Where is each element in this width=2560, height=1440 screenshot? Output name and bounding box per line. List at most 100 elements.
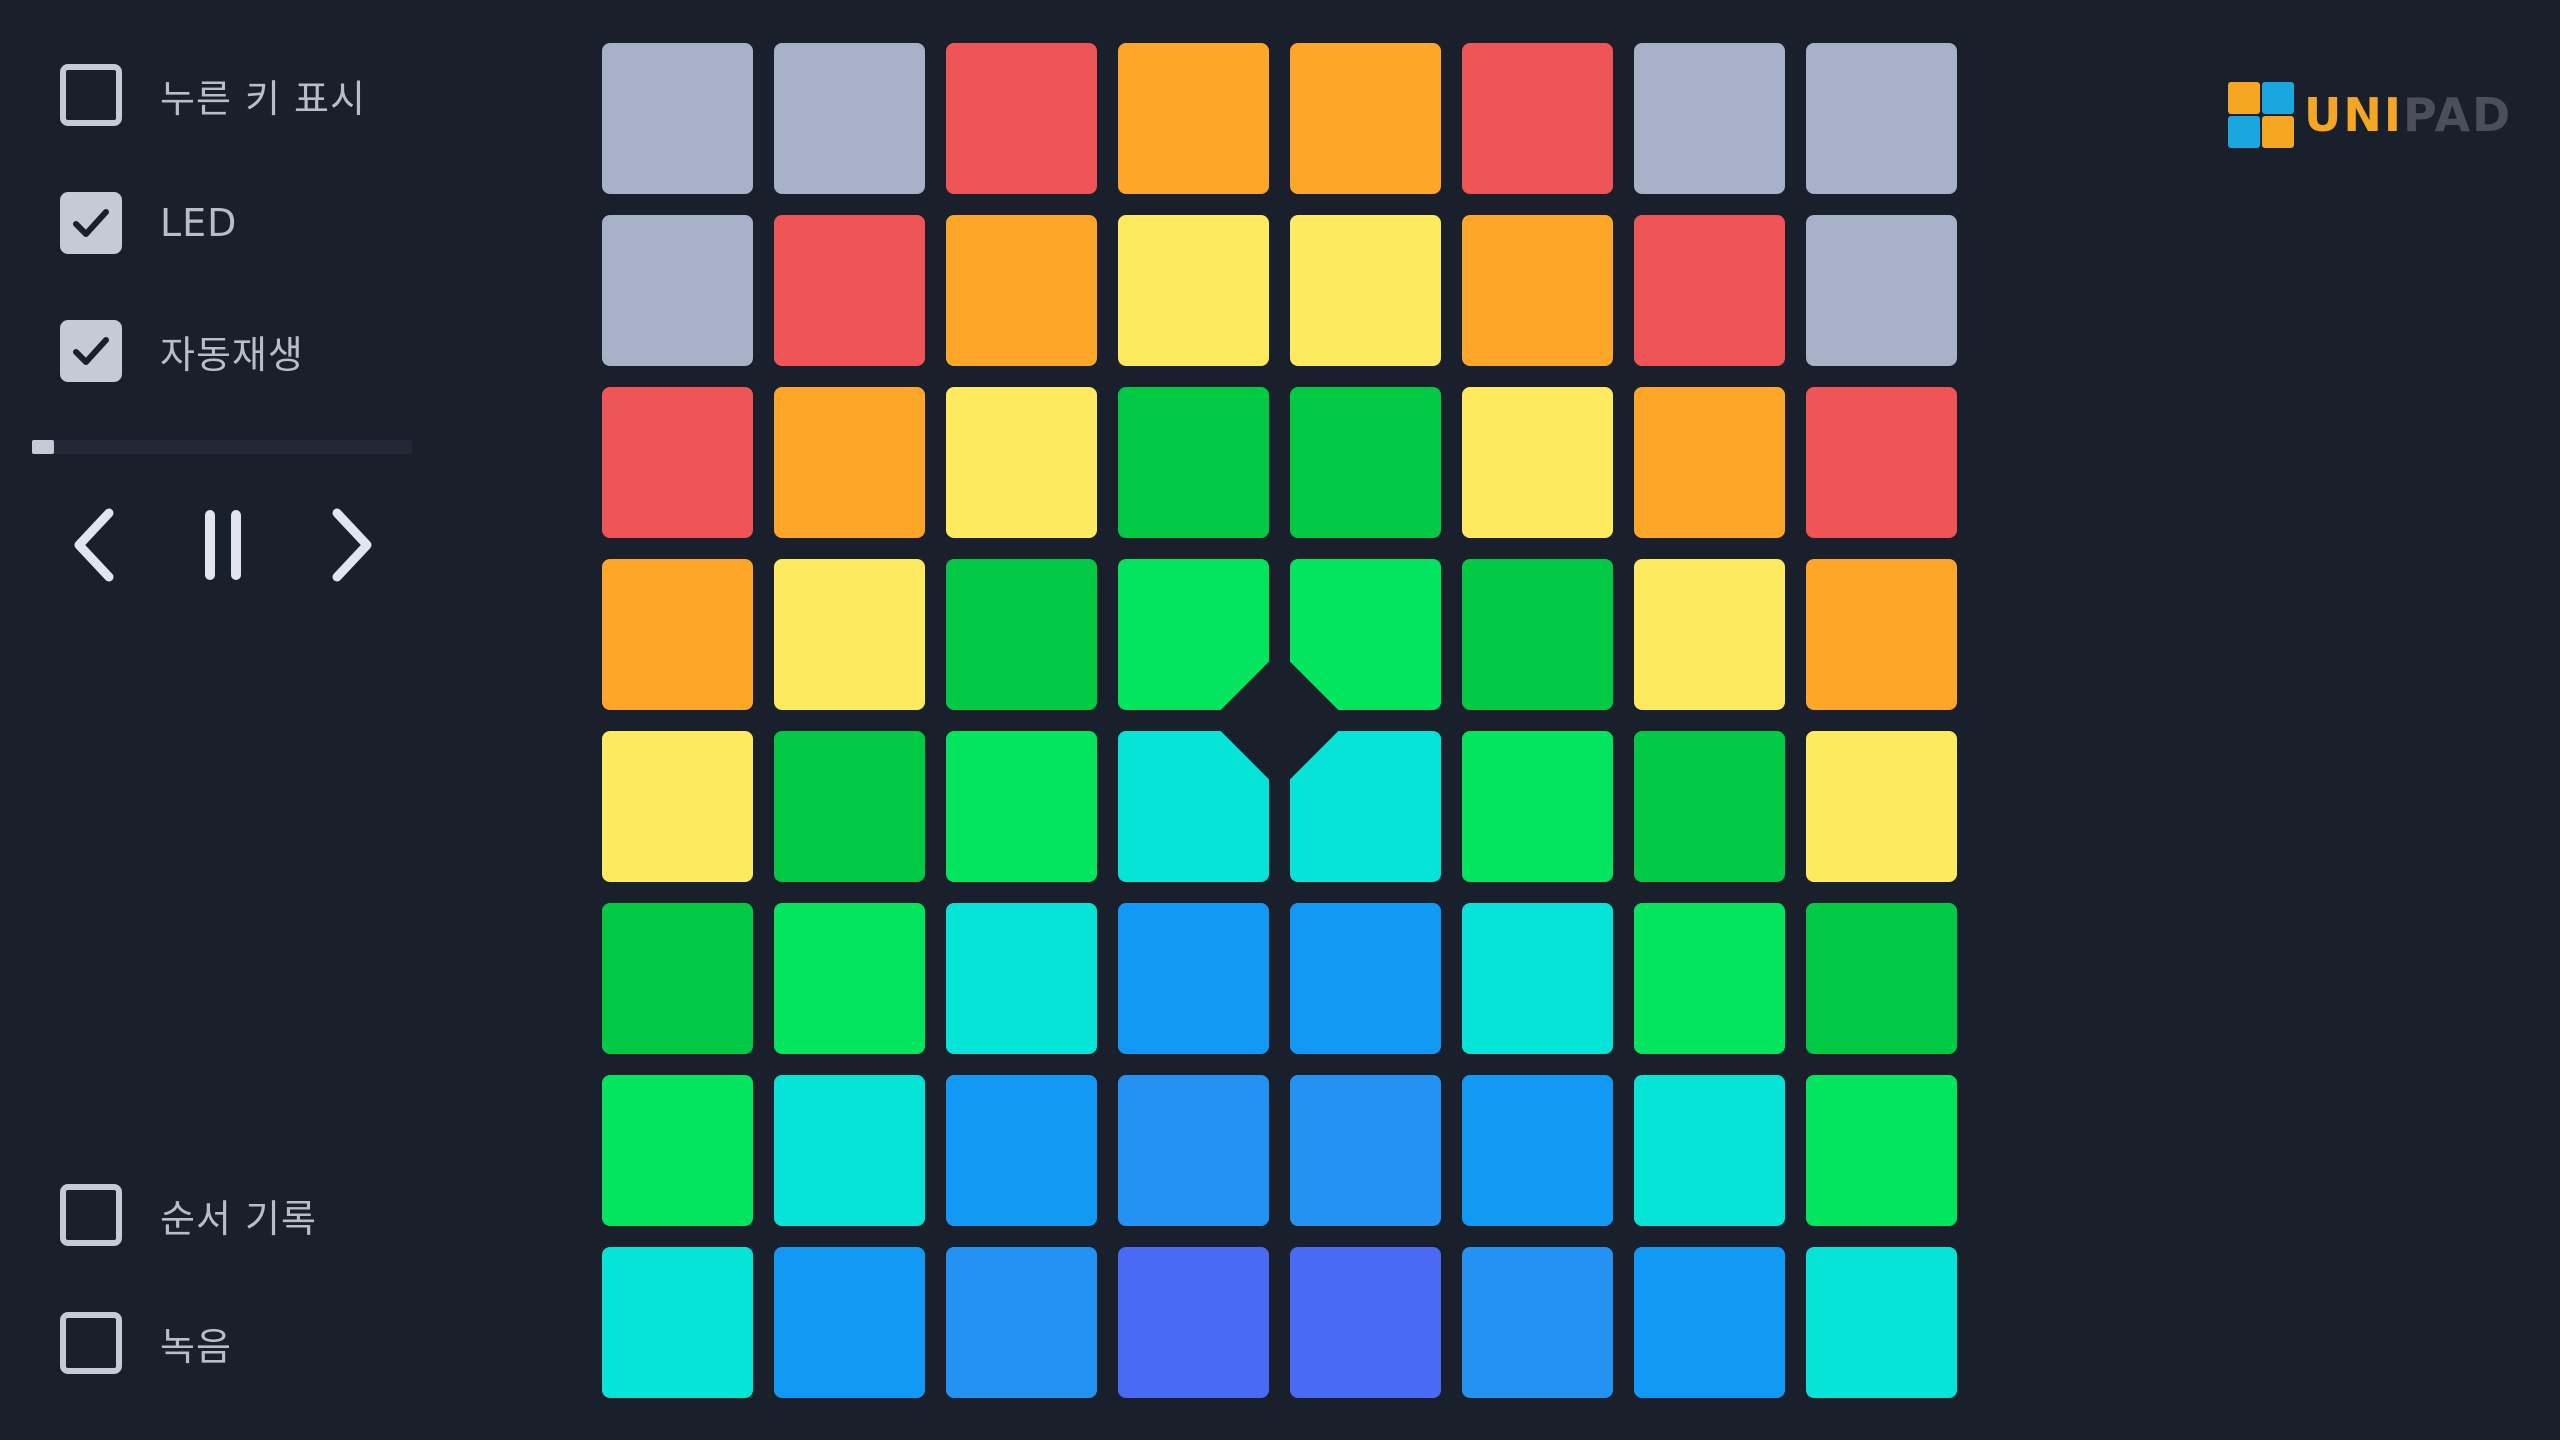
pad-5-5[interactable] bbox=[1290, 731, 1441, 882]
next-button[interactable] bbox=[306, 500, 396, 590]
pad-7-1[interactable] bbox=[602, 1075, 753, 1226]
pad-2-2[interactable] bbox=[774, 215, 925, 366]
pad-5-6[interactable] bbox=[1462, 731, 1613, 882]
pad-5-7[interactable] bbox=[1634, 731, 1785, 882]
pad-3-2[interactable] bbox=[774, 387, 925, 538]
pad-6-5[interactable] bbox=[1290, 903, 1441, 1054]
pad-7-4[interactable] bbox=[1118, 1075, 1269, 1226]
pad-3-6[interactable] bbox=[1462, 387, 1613, 538]
pad-6-7[interactable] bbox=[1634, 903, 1785, 1054]
checkmark-icon bbox=[73, 209, 109, 237]
pad-7-7[interactable] bbox=[1634, 1075, 1785, 1226]
unipad-logo-text: UNIPAD bbox=[2304, 92, 2512, 138]
pad-4-1[interactable] bbox=[602, 559, 753, 710]
pad-4-8[interactable] bbox=[1806, 559, 1957, 710]
pad-8-1[interactable] bbox=[602, 1247, 753, 1398]
unipad-logo: UNIPAD bbox=[2228, 82, 2512, 148]
pad-6-1[interactable] bbox=[602, 903, 753, 1054]
logo-text-pad: PAD bbox=[2402, 88, 2513, 142]
unipad-app: 누른 키 표시 LED 자동재생 순서 기록 녹음 UNIPAD bbox=[0, 0, 2560, 1440]
pad-5-2[interactable] bbox=[774, 731, 925, 882]
option-autoplay[interactable]: 자동재생 bbox=[60, 316, 304, 386]
record-sequence-label: 순서 기록 bbox=[160, 1196, 317, 1241]
pad-1-8[interactable] bbox=[1806, 43, 1957, 194]
pad-3-5[interactable] bbox=[1290, 387, 1441, 538]
unipad-logo-icon bbox=[2228, 82, 2294, 148]
pad-7-3[interactable] bbox=[946, 1075, 1097, 1226]
pad-1-2[interactable] bbox=[774, 43, 925, 194]
pad-6-4[interactable] bbox=[1118, 903, 1269, 1054]
show-pressed-keys-checkbox[interactable] bbox=[60, 64, 122, 126]
chevron-left-icon bbox=[74, 508, 114, 582]
pad-2-7[interactable] bbox=[1634, 215, 1785, 366]
pad-4-3[interactable] bbox=[946, 559, 1097, 710]
pad-1-3[interactable] bbox=[946, 43, 1097, 194]
pad-6-6[interactable] bbox=[1462, 903, 1613, 1054]
show-pressed-keys-label: 누른 키 표시 bbox=[160, 76, 366, 121]
pad-8-4[interactable] bbox=[1118, 1247, 1269, 1398]
pad-3-7[interactable] bbox=[1634, 387, 1785, 538]
autoplay-label: 자동재생 bbox=[160, 332, 304, 377]
logo-square bbox=[2228, 116, 2260, 148]
pad-2-5[interactable] bbox=[1290, 215, 1441, 366]
pad-7-8[interactable] bbox=[1806, 1075, 1957, 1226]
pad-7-5[interactable] bbox=[1290, 1075, 1441, 1226]
autoplay-progress-bar[interactable] bbox=[32, 440, 412, 454]
pad-1-7[interactable] bbox=[1634, 43, 1785, 194]
logo-square bbox=[2262, 82, 2294, 114]
pad-8-2[interactable] bbox=[774, 1247, 925, 1398]
pad-5-8[interactable] bbox=[1806, 731, 1957, 882]
logo-text-uni: UNI bbox=[2304, 88, 2403, 142]
autoplay-checkbox[interactable] bbox=[60, 320, 122, 382]
pad-2-8[interactable] bbox=[1806, 215, 1957, 366]
pad-4-7[interactable] bbox=[1634, 559, 1785, 710]
pad-8-6[interactable] bbox=[1462, 1247, 1613, 1398]
recording-label: 녹음 bbox=[160, 1324, 232, 1369]
pad-4-2[interactable] bbox=[774, 559, 925, 710]
pad-8-7[interactable] bbox=[1634, 1247, 1785, 1398]
pad-5-3[interactable] bbox=[946, 731, 1097, 882]
record-sequence-checkbox[interactable] bbox=[60, 1184, 122, 1246]
pad-8-5[interactable] bbox=[1290, 1247, 1441, 1398]
pad-1-4[interactable] bbox=[1118, 43, 1269, 194]
pad-4-6[interactable] bbox=[1462, 559, 1613, 710]
pause-icon bbox=[205, 510, 241, 580]
pad-5-4[interactable] bbox=[1118, 731, 1269, 882]
option-record-sequence[interactable]: 순서 기록 bbox=[60, 1180, 317, 1250]
pad-2-6[interactable] bbox=[1462, 215, 1613, 366]
option-led[interactable]: LED bbox=[60, 188, 237, 258]
option-show-pressed-keys[interactable]: 누른 키 표시 bbox=[60, 60, 366, 130]
pad-8-3[interactable] bbox=[946, 1247, 1097, 1398]
pad-3-3[interactable] bbox=[946, 387, 1097, 538]
checkmark-icon bbox=[73, 337, 109, 365]
pad-2-1[interactable] bbox=[602, 215, 753, 366]
led-label: LED bbox=[160, 201, 238, 245]
led-checkbox[interactable] bbox=[60, 192, 122, 254]
logo-square bbox=[2228, 82, 2260, 114]
pad-7-2[interactable] bbox=[774, 1075, 925, 1226]
prev-button[interactable] bbox=[50, 500, 140, 590]
pad-1-5[interactable] bbox=[1290, 43, 1441, 194]
pad-2-4[interactable] bbox=[1118, 215, 1269, 366]
pad-1-1[interactable] bbox=[602, 43, 753, 194]
pad-5-1[interactable] bbox=[602, 731, 753, 882]
pad-1-6[interactable] bbox=[1462, 43, 1613, 194]
launchpad-grid bbox=[602, 43, 1957, 1398]
pad-3-1[interactable] bbox=[602, 387, 753, 538]
logo-square bbox=[2262, 116, 2294, 148]
pause-button[interactable] bbox=[178, 500, 268, 590]
pad-4-5[interactable] bbox=[1290, 559, 1441, 710]
pad-3-8[interactable] bbox=[1806, 387, 1957, 538]
option-recording[interactable]: 녹음 bbox=[60, 1308, 232, 1378]
pad-6-2[interactable] bbox=[774, 903, 925, 1054]
pad-6-3[interactable] bbox=[946, 903, 1097, 1054]
pad-6-8[interactable] bbox=[1806, 903, 1957, 1054]
chevron-right-icon bbox=[332, 508, 372, 582]
pad-4-4[interactable] bbox=[1118, 559, 1269, 710]
pad-8-8[interactable] bbox=[1806, 1247, 1957, 1398]
pad-7-6[interactable] bbox=[1462, 1075, 1613, 1226]
pad-3-4[interactable] bbox=[1118, 387, 1269, 538]
pad-2-3[interactable] bbox=[946, 215, 1097, 366]
recording-checkbox[interactable] bbox=[60, 1312, 122, 1374]
autoplay-progress-fill bbox=[32, 440, 54, 454]
